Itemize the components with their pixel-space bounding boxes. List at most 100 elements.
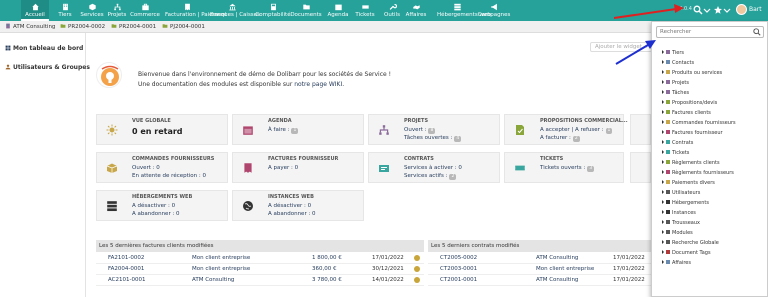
box-line[interactable]: A accepter | A refuser :1 [540, 127, 613, 134]
table-row[interactable]: CT2003-0001 Mon client entreprise 17/01/20… [428, 264, 653, 275]
menu-handshake[interactable]: Affaires [405, 0, 427, 21]
search-option[interactable]: Règlements fournisseurs [662, 169, 734, 177]
invoice-client[interactable]: ATM Consulting [192, 277, 234, 283]
box-line[interactable]: A désactiver : 0 [132, 203, 175, 209]
search-option[interactable]: Commandes fournisseurs [662, 119, 736, 127]
invoice-client[interactable]: Mon client entreprise [192, 266, 250, 272]
box-line[interactable]: Ouvert :8 [404, 127, 436, 134]
dashboard-box[interactable] [630, 152, 651, 183]
box-line[interactable]: Services à activer : 0 [404, 165, 462, 171]
invoice-ref[interactable]: FA2004-0001 [108, 266, 144, 272]
search-option[interactable]: Projets [662, 79, 689, 87]
search-option[interactable]: Utilisateurs [662, 189, 700, 197]
menu-folder[interactable]: Documents [290, 0, 322, 21]
box-line[interactable]: Tickets ouverts :3 [540, 165, 595, 172]
menu-building[interactable]: Tiers [55, 0, 75, 21]
search-option[interactable]: Factures clients [662, 109, 711, 117]
left-menu-item[interactable]: Utilisateurs & Groupes [5, 64, 90, 71]
menu-calculator[interactable]: Comptabilité [255, 0, 291, 21]
dashboard-box[interactable] [630, 114, 651, 145]
box-line[interactable]: À faire :1 [268, 127, 299, 134]
dashboard-box[interactable]: VUE GLOBALE 0 en retard [96, 114, 228, 145]
dashboard-box[interactable]: FACTURES FOURNISSEUR A payer : 0 [232, 152, 364, 183]
avatar[interactable] [736, 4, 747, 15]
search-option[interactable]: Modules [662, 229, 693, 237]
table-row[interactable]: FA2101-0002 Mon client entreprise 1 800,00… [96, 253, 424, 264]
menu-invoice[interactable]: Facturation | Paiement [165, 0, 227, 21]
invoice-ref[interactable]: AC2101-0001 [108, 277, 146, 283]
search-option[interactable]: Factures fournisseur [662, 129, 723, 137]
search-option[interactable]: Trousseaux [662, 219, 700, 227]
contract-ref[interactable]: CT2003-0001 [440, 266, 477, 272]
contract-ref[interactable]: CT2005-0002 [440, 255, 477, 261]
search-option[interactable]: Instances [662, 209, 696, 217]
contract-date: 17/01/2022 [613, 277, 645, 283]
box-line[interactable]: Services actifs :2 [404, 173, 457, 180]
search-option[interactable]: Hébergements [662, 199, 709, 207]
dashboard-box[interactable]: HÉBERGEMENTS WEB A désactiver : 0 A abando… [96, 190, 228, 221]
table-row[interactable]: FA2004-0001 Mon client entreprise 360,00 €… [96, 264, 424, 275]
wiki-link[interactable]: notre page WIKI [294, 81, 342, 88]
dashboard-box[interactable]: COMMANDES FOURNISSEURS Ouvert : 0 En atten… [96, 152, 228, 183]
contract-ref[interactable]: CT2001-0001 [440, 277, 477, 283]
search-option[interactable]: Tickets [662, 149, 689, 157]
search-option[interactable]: Contrats [662, 139, 693, 147]
menu-briefcase[interactable]: Commerce [130, 0, 160, 21]
breadcrumb-item[interactable]: PR2004-0001 [111, 23, 156, 30]
menu-ticket[interactable]: Tickets [354, 0, 376, 21]
search-option[interactable]: Tâches [662, 89, 689, 97]
table-row[interactable]: CT2005-0002 ATM Consulting 17/01/2022 [428, 253, 653, 264]
menu-sitemap[interactable]: Projets [106, 0, 128, 21]
contract-client[interactable]: ATM Consulting [536, 255, 578, 261]
box-line[interactable]: En attente de réception : 0 [132, 173, 206, 179]
box-line[interactable]: Tâches ouvertes :4 [404, 135, 462, 142]
search-option[interactable]: Paiements divers [662, 179, 715, 187]
box-line[interactable]: Ouvert : 0 [132, 165, 160, 171]
menu-calendar[interactable]: Agenda [326, 0, 350, 21]
invoice-ref[interactable]: FA2101-0002 [108, 255, 144, 261]
menu-cube[interactable]: Services [80, 0, 104, 21]
proposal-icon [505, 115, 534, 144]
search-option[interactable]: Produits ou services [662, 69, 722, 77]
contract-client[interactable]: Mon client entreprise [536, 266, 594, 272]
box-line[interactable]: A facturer :2 [540, 135, 580, 142]
dashboard-box[interactable]: CONTRATS Services à activer : 0 Services a… [368, 152, 500, 183]
invoice-client[interactable]: Mon client entreprise [192, 255, 250, 261]
menu-home[interactable]: Accueil [21, 0, 49, 21]
search-option-label: Produits ou services [672, 70, 723, 76]
dashboard-box[interactable]: AGENDA À faire :1 [232, 114, 364, 145]
menu-megaphone[interactable]: Campagnes [477, 0, 511, 21]
dashboard-box[interactable]: PROJETS Ouvert :8 Tâches ouvertes :4 [368, 114, 500, 145]
search-option[interactable]: Recherche Globale [662, 239, 719, 247]
box-line[interactable]: A désactiver : 0 [268, 203, 311, 209]
search-option[interactable]: Règlements clients [662, 159, 720, 167]
search-option[interactable]: Contacts [662, 59, 694, 67]
dashboard-box[interactable]: TICKETS Tickets ouverts :3 [504, 152, 624, 183]
breadcrumb-item[interactable]: ATM Consulting [5, 23, 55, 30]
add-widget-select[interactable]: Ajouter le widget... [590, 42, 653, 52]
user-name[interactable]: Bart [749, 6, 762, 13]
search-option[interactable]: Document Tags [662, 249, 711, 257]
breadcrumb-item[interactable]: PR2004-0002 [60, 23, 105, 30]
search-option[interactable]: Propositions/devis [662, 99, 717, 107]
search-option[interactable]: Affaires [662, 259, 691, 267]
menu-label: Comptabilité [255, 12, 291, 18]
chevron-down-icon[interactable] [702, 5, 712, 15]
box-line[interactable]: A payer : 0 [268, 165, 298, 171]
box-line[interactable]: A abandonner : 0 [132, 211, 180, 217]
contract-client[interactable]: ATM Consulting [536, 277, 578, 283]
search-icon[interactable] [753, 28, 761, 36]
menu-bank[interactable]: Banques | Caisses [210, 0, 260, 21]
breadcrumb-item[interactable]: PJ2004-0001 [162, 23, 205, 30]
search-option[interactable]: Tiers [662, 49, 684, 57]
dashboard-box[interactable]: PROPOSITIONS COMMERCIAL... A accepter | A… [504, 114, 628, 145]
table-row[interactable]: CT2001-0001 ATM Consulting 17/01/2022 [428, 275, 653, 286]
dashboard-box[interactable]: INSTANCES WEB A désactiver : 0 A abandonne… [232, 190, 364, 221]
menu-server[interactable]: Hébergements web [437, 0, 491, 21]
table-row[interactable]: AC2101-0001 ATM Consulting 3 780,00 € 14/01… [96, 275, 424, 286]
box-line[interactable]: A abandonner : 0 [268, 211, 316, 217]
left-menu-item[interactable]: Mon tableau de bord [5, 45, 83, 52]
menu-wrench[interactable]: Outils [382, 0, 402, 21]
search-input[interactable] [656, 26, 764, 38]
chevron-down-icon[interactable] [722, 5, 732, 15]
